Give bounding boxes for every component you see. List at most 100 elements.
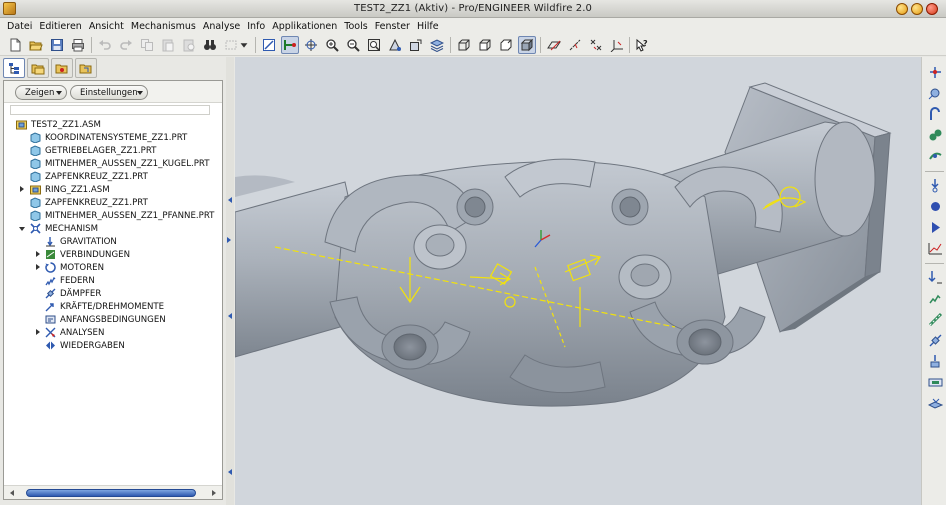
tree-item-root-assembly[interactable]: TEST2_ZZ1.ASM	[16, 118, 101, 131]
layers-icon[interactable]	[428, 36, 446, 54]
menu-analysis[interactable]: Analyse	[200, 18, 244, 34]
menu-applications[interactable]: Applikationen	[269, 18, 341, 34]
tree-item-motors[interactable]: MOTOREN	[45, 261, 104, 274]
undo-icon[interactable]	[96, 36, 114, 54]
datum-planes-icon[interactable]	[545, 36, 563, 54]
run-analysis-icon[interactable]	[926, 218, 944, 236]
datum-points-icon[interactable]	[587, 36, 605, 54]
context-help-icon[interactable]: ?	[633, 36, 651, 54]
menu-help[interactable]: Hilfe	[414, 18, 443, 34]
tree-item-part[interactable]: ZAPFENKREUZ_ZZ1.PRT	[30, 170, 148, 183]
drag-components-icon[interactable]	[926, 63, 944, 81]
menu-view[interactable]: Ansicht	[86, 18, 128, 34]
menu-mechanism[interactable]: Mechanismus	[128, 18, 200, 34]
menu-window[interactable]: Fenster	[372, 18, 414, 34]
spin-center-icon[interactable]	[302, 36, 320, 54]
tree-item-part[interactable]: MITNEHMER_AUSSEN_ZZ1_PFANNE.PRT	[30, 209, 214, 222]
new-icon[interactable]	[6, 36, 24, 54]
hidden-line-icon[interactable]	[476, 36, 494, 54]
force-torque-tool-icon[interactable]	[926, 352, 944, 370]
tree-item-part[interactable]: MITNEHMER_AUSSEN_ZZ1_KUGEL.PRT	[30, 157, 210, 170]
tree-item-playbacks[interactable]: WIEDERGABEN	[45, 339, 125, 352]
tree-filter-field[interactable]	[10, 105, 210, 115]
save-icon[interactable]	[48, 36, 66, 54]
gravity-tool-icon[interactable]	[926, 289, 944, 307]
graphics-window[interactable]	[235, 57, 921, 505]
maximize-button[interactable]	[911, 3, 923, 15]
zoom-out-icon[interactable]	[344, 36, 362, 54]
measure-results-icon[interactable]	[926, 268, 944, 286]
universal-joint-model[interactable]	[235, 57, 921, 505]
damper-tool-icon[interactable]	[926, 331, 944, 349]
tree-item-analyses[interactable]: ANALYSEN	[45, 326, 104, 339]
menu-edit[interactable]: Editieren	[36, 18, 85, 34]
panel-splitter[interactable]	[226, 57, 234, 505]
forces-icon	[45, 303, 54, 312]
collapse-left-icon[interactable]	[227, 313, 232, 319]
menu-file[interactable]: Datei	[4, 18, 36, 34]
tree-item-part[interactable]: ZAPFENKREUZ_ZZ1.PRT	[30, 196, 148, 209]
binoculars-icon[interactable]	[201, 36, 219, 54]
tree-item-springs[interactable]: FEDERN	[45, 274, 95, 287]
expand-arrow-icon[interactable]	[36, 264, 40, 270]
expand-arrow-icon[interactable]	[20, 186, 24, 192]
tree-item-part[interactable]: GETRIEBELAGER_ZZ1.PRT	[30, 144, 156, 157]
saved-views-icon[interactable]	[407, 36, 425, 54]
folder-browser-tab[interactable]	[27, 58, 49, 78]
expand-right-icon[interactable]	[227, 237, 232, 243]
datum-axes-icon[interactable]	[566, 36, 584, 54]
print-icon[interactable]	[69, 36, 87, 54]
scroll-right-icon[interactable]	[212, 490, 216, 496]
copy-icon[interactable]	[138, 36, 156, 54]
paste-icon[interactable]	[159, 36, 177, 54]
settings-dropdown[interactable]: Einstellungen	[70, 85, 148, 100]
collapse-left-icon[interactable]	[227, 469, 232, 475]
horizontal-scrollbar[interactable]	[4, 485, 222, 499]
no-hidden-icon[interactable]	[497, 36, 515, 54]
expand-arrow-icon[interactable]	[36, 251, 40, 257]
model-tree-tab[interactable]	[3, 58, 25, 78]
shading-icon[interactable]	[518, 36, 536, 54]
favorites-tab[interactable]	[51, 58, 73, 78]
collapse-left-icon[interactable]	[227, 197, 232, 203]
mechanism-analysis-icon[interactable]	[926, 197, 944, 215]
wireframe-icon[interactable]	[455, 36, 473, 54]
scrollbar-thumb[interactable]	[26, 489, 196, 497]
connections-tab[interactable]	[75, 58, 97, 78]
playback-icon[interactable]	[926, 239, 944, 257]
coordinate-systems-icon[interactable]	[608, 36, 626, 54]
mechanism-connection-icon[interactable]	[281, 36, 299, 54]
open-icon[interactable]	[27, 36, 45, 54]
menu-info[interactable]: Info	[244, 18, 269, 34]
tree-item-connections[interactable]: VERBINDUNGEN	[45, 248, 130, 261]
dropdown-icon[interactable]	[238, 36, 250, 54]
connect-icon[interactable]	[926, 84, 944, 102]
initial-condition-tool-icon[interactable]	[926, 373, 944, 391]
orient-icon[interactable]	[386, 36, 404, 54]
close-button[interactable]	[926, 3, 938, 15]
tree-item-mechanism[interactable]: MECHANISM	[30, 222, 98, 235]
refit-icon[interactable]	[365, 36, 383, 54]
show-dropdown[interactable]: Zeigen	[15, 85, 67, 100]
tree-item-subassembly[interactable]: RING_ZZ1.ASM	[30, 183, 110, 196]
scroll-left-icon[interactable]	[10, 490, 14, 496]
tree-item-part[interactable]: KOORDINATENSYSTEME_ZZ1.PRT	[30, 131, 187, 144]
zoom-in-icon[interactable]	[323, 36, 341, 54]
collapse-arrow-icon[interactable]	[19, 227, 25, 231]
mass-properties-icon[interactable]	[926, 394, 944, 412]
cam-icon[interactable]	[926, 126, 944, 144]
minimize-button[interactable]	[896, 3, 908, 15]
tree-item-dampers[interactable]: DÄMPFER	[45, 287, 101, 300]
redo-icon[interactable]	[117, 36, 135, 54]
paste-special-icon[interactable]	[180, 36, 198, 54]
servo-motor-icon[interactable]	[926, 176, 944, 194]
tree-item-initial-conditions[interactable]: ANFANGSBEDINGUNGEN	[45, 313, 166, 326]
regenerate-icon[interactable]	[260, 36, 278, 54]
expand-arrow-icon[interactable]	[36, 329, 40, 335]
tree-item-forces[interactable]: KRÄFTE/DREHMOMENTE	[45, 300, 164, 313]
slot-icon[interactable]	[926, 147, 944, 165]
spring-tool-icon[interactable]	[926, 310, 944, 328]
menu-tools[interactable]: Tools	[341, 18, 371, 34]
gear-pair-icon[interactable]	[926, 105, 944, 123]
tree-item-gravity[interactable]: GRAVITATION	[45, 235, 117, 248]
